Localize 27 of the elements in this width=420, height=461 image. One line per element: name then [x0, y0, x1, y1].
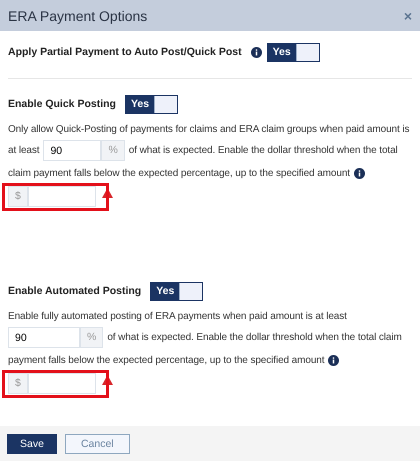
toggle-switch[interactable]: Yes [124, 94, 178, 114]
description-text: Enable fully automated posting of ERA payments when paid amount is at least [8, 310, 347, 322]
section-title: Enable Automated Posting [8, 285, 142, 297]
toggle-switch[interactable]: Yes [150, 282, 204, 300]
description-text: of what is expected. Enable the dollar threshold when the total [128, 145, 398, 156]
info-icon[interactable] [250, 46, 262, 58]
toggle-switch[interactable]: Yes [266, 42, 320, 62]
cancel-button[interactable]: Cancel [64, 434, 130, 454]
dollar-field[interactable] [28, 372, 96, 394]
description-text: of what is expected. Enable the dollar threshold when the total claim [107, 332, 402, 343]
percent-unit: % [80, 327, 104, 348]
info-icon[interactable] [328, 354, 340, 366]
dollar-field[interactable] [28, 186, 96, 206]
description-text: at least [8, 145, 40, 156]
percent-field[interactable]: 90 [8, 327, 80, 348]
description-text: Only allow Quick-Posting of payments for claims and ERA claim groups when paid amount is [8, 124, 410, 134]
save-button[interactable]: Save [7, 434, 57, 454]
info-icon[interactable] [354, 168, 365, 178]
section-title: Enable Quick Posting [8, 98, 116, 110]
setting-label: Apply Partial Payment to Auto Post/Quick Post [8, 46, 242, 58]
dialog-title: ERA Payment Options [8, 8, 148, 24]
percent-unit: % [101, 140, 125, 161]
description-text: claim payment falls below the expected percentage, up to the specified amount [8, 168, 350, 178]
dollar-unit: $ [8, 372, 28, 394]
percent-field[interactable]: 90 [43, 140, 102, 161]
dollar-unit: $ [8, 186, 28, 206]
description-text: payment falls below the expected percentage, up to the specified amount [8, 354, 324, 366]
